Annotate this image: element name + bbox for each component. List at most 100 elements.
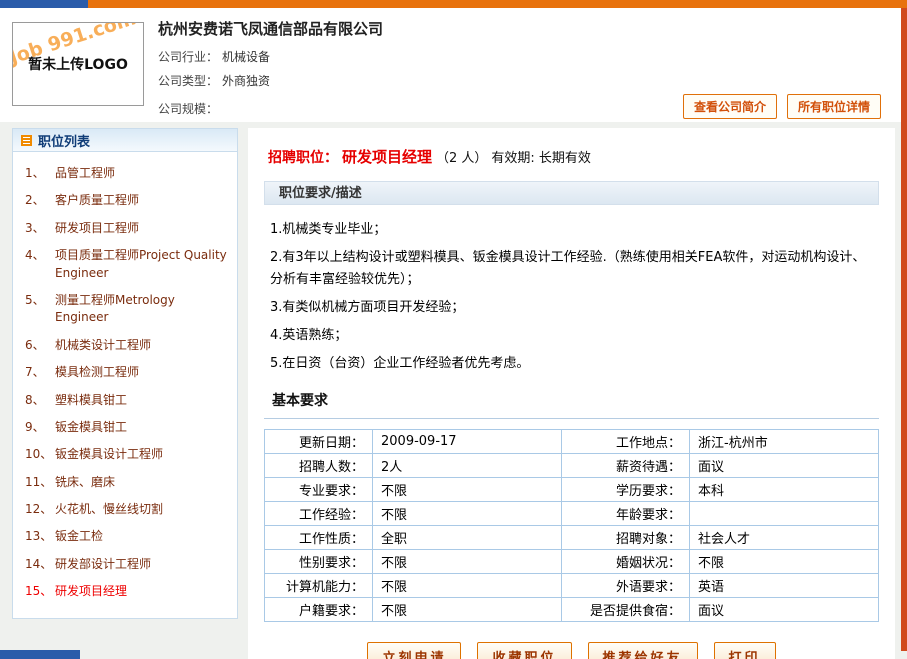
req-label: 性别要求： <box>265 549 373 573</box>
job-item-number: 14、 <box>25 556 55 573</box>
company-type-label: 公司类型： <box>158 74 218 88</box>
job-item-number: 5、 <box>25 292 55 327</box>
sidebar-job-item[interactable]: 8、塑料模具钳工 <box>13 387 233 414</box>
job-item-label: 模具检测工程师 <box>55 364 229 381</box>
top-accent-bar <box>0 0 907 8</box>
company-industry-label: 公司行业： <box>158 50 218 64</box>
table-row: 专业要求：不限学历要求：本科 <box>265 477 879 501</box>
req-label: 更新日期： <box>265 429 373 453</box>
req-label: 是否提供食宿： <box>562 597 690 621</box>
section-basic-requirements-header: 基本要求 <box>264 390 879 419</box>
job-item-number: 7、 <box>25 364 55 381</box>
job-item-number: 15、 <box>25 583 55 600</box>
action-buttons: 立刻申请 收藏职位 推荐给好友 打印 <box>264 642 879 659</box>
company-industry-line: 公司行业： 机械设备 <box>158 48 270 65</box>
desc-line: 3.有类似机械方面项目开发经验； <box>270 297 877 319</box>
job-item-label: 测量工程师Metrology Engineer <box>55 292 229 327</box>
req-value: 面议 <box>690 453 879 477</box>
sidebar-job-item[interactable]: 12、火花机、慢丝线切割 <box>13 496 233 523</box>
company-industry-value: 机械设备 <box>222 50 270 64</box>
sidebar-job-item[interactable]: 13、钣金工检 <box>13 523 233 550</box>
table-row: 招聘人数：2人薪资待遇：面议 <box>265 453 879 477</box>
req-value: 不限 <box>373 573 562 597</box>
job-item-label: 火花机、慢丝线切割 <box>55 501 229 518</box>
sidebar-job-item[interactable]: 14、研发部设计工程师 <box>13 551 233 578</box>
sidebar-job-item-active[interactable]: 15、研发项目经理 <box>13 578 233 605</box>
table-row: 户籍要求：不限是否提供食宿：面议 <box>265 597 879 621</box>
job-item-label: 钣金工检 <box>55 528 229 545</box>
job-item-number: 9、 <box>25 419 55 436</box>
req-value: 面议 <box>690 597 879 621</box>
sidebar-job-item[interactable]: 9、钣金模具钳工 <box>13 414 233 441</box>
sidebar-job-item[interactable]: 1、品管工程师 <box>13 160 233 187</box>
table-row: 性别要求：不限婚姻状况：不限 <box>265 549 879 573</box>
company-type-line: 公司类型： 外商独资 <box>158 72 270 89</box>
bottom-accent-bar <box>0 650 80 659</box>
sidebar-job-item[interactable]: 4、项目质量工程师Project Quality Engineer <box>13 242 233 287</box>
job-item-label: 塑料模具钳工 <box>55 392 229 409</box>
job-item-label: 客户质量工程师 <box>55 192 229 209</box>
desc-line: 2.有3年以上结构设计或塑料模具、钣金模具设计工作经验.（熟练使用相关FEA软件… <box>270 247 877 291</box>
req-label: 户籍要求： <box>265 597 373 621</box>
sidebar-job-item[interactable]: 10、钣金模具设计工程师 <box>13 441 233 468</box>
job-item-number: 6、 <box>25 337 55 354</box>
apply-now-button[interactable]: 立刻申请 <box>367 642 461 659</box>
req-value: 2人 <box>373 453 562 477</box>
req-value: 浙江-杭州市 <box>690 429 879 453</box>
job-item-number: 10、 <box>25 446 55 463</box>
job-validity: 有效期: 长期有效 <box>491 151 591 166</box>
job-item-number: 12、 <box>25 501 55 518</box>
job-item-label: 铣床、磨床 <box>55 474 229 491</box>
job-headcount: （2 人） <box>436 151 487 166</box>
desc-line: 1.机械类专业毕业； <box>270 219 877 241</box>
job-item-number: 3、 <box>25 220 55 237</box>
company-header: Job 991.com 暂未上传LOGO 杭州安费诺飞凤通信部品有限公司 公司行… <box>0 8 901 122</box>
table-row: 计算机能力：不限外语要求：英语 <box>265 573 879 597</box>
company-logo-placeholder: Job 991.com 暂未上传LOGO <box>12 22 144 106</box>
job-item-label: 品管工程师 <box>55 165 229 182</box>
job-item-number: 1、 <box>25 165 55 182</box>
header-buttons: 查看公司简介 所有职位详情 <box>683 94 881 119</box>
company-name: 杭州安费诺飞凤通信部品有限公司 <box>158 18 383 39</box>
req-value: 2009-09-17 <box>373 429 562 453</box>
job-item-number: 4、 <box>25 247 55 282</box>
company-scale-label: 公司规模： <box>158 102 218 116</box>
sidebar-job-item[interactable]: 3、研发项目工程师 <box>13 215 233 242</box>
job-item-label: 研发项目经理 <box>55 583 229 600</box>
sidebar-job-item[interactable]: 6、机械类设计工程师 <box>13 332 233 359</box>
top-accent-blue <box>0 0 88 8</box>
req-label: 招聘人数： <box>265 453 373 477</box>
all-jobs-button[interactable]: 所有职位详情 <box>787 94 881 119</box>
job-label: 招聘职位： <box>268 150 338 166</box>
content-area: 职位列表 1、品管工程师 2、客户质量工程师 3、研发项目工程师 4、项目质量工… <box>12 128 895 659</box>
print-button[interactable]: 打印 <box>714 642 776 659</box>
req-value: 不限 <box>373 597 562 621</box>
req-label: 工作地点： <box>562 429 690 453</box>
sidebar-job-item[interactable]: 11、铣床、磨床 <box>13 469 233 496</box>
sidebar-title: 职位列表 <box>38 131 90 150</box>
basic-requirements-table: 更新日期：2009-09-17工作地点：浙江-杭州市 招聘人数：2人薪资待遇：面… <box>264 429 879 622</box>
job-item-label: 钣金模具设计工程师 <box>55 446 229 463</box>
job-title: 研发项目经理 <box>342 148 432 166</box>
desc-line: 5.在日资（台资）企业工作经验者优先考虑。 <box>270 353 877 375</box>
req-label: 工作经验： <box>265 501 373 525</box>
list-icon <box>21 135 32 146</box>
req-label: 外语要求： <box>562 573 690 597</box>
req-value: 不限 <box>373 501 562 525</box>
req-value: 不限 <box>373 549 562 573</box>
sidebar-job-item[interactable]: 7、模具检测工程师 <box>13 359 233 386</box>
recommend-to-friend-button[interactable]: 推荐给好友 <box>588 642 698 659</box>
job-title-row: 招聘职位：研发项目经理 （2 人） 有效期: 长期有效 <box>264 140 879 167</box>
desc-line: 4.英语熟练； <box>270 325 877 347</box>
sidebar-job-item[interactable]: 2、客户质量工程师 <box>13 187 233 214</box>
company-type-value: 外商独资 <box>222 74 270 88</box>
job-list: 1、品管工程师 2、客户质量工程师 3、研发项目工程师 4、项目质量工程师Pro… <box>13 152 237 618</box>
job-item-number: 11、 <box>25 474 55 491</box>
req-value: 英语 <box>690 573 879 597</box>
job-item-label: 机械类设计工程师 <box>55 337 229 354</box>
table-row: 工作经验：不限年龄要求： <box>265 501 879 525</box>
save-job-button[interactable]: 收藏职位 <box>477 642 571 659</box>
view-company-profile-button[interactable]: 查看公司简介 <box>683 94 777 119</box>
section-description-header: 职位要求/描述 <box>264 181 879 205</box>
sidebar-job-item[interactable]: 5、测量工程师Metrology Engineer <box>13 287 233 332</box>
